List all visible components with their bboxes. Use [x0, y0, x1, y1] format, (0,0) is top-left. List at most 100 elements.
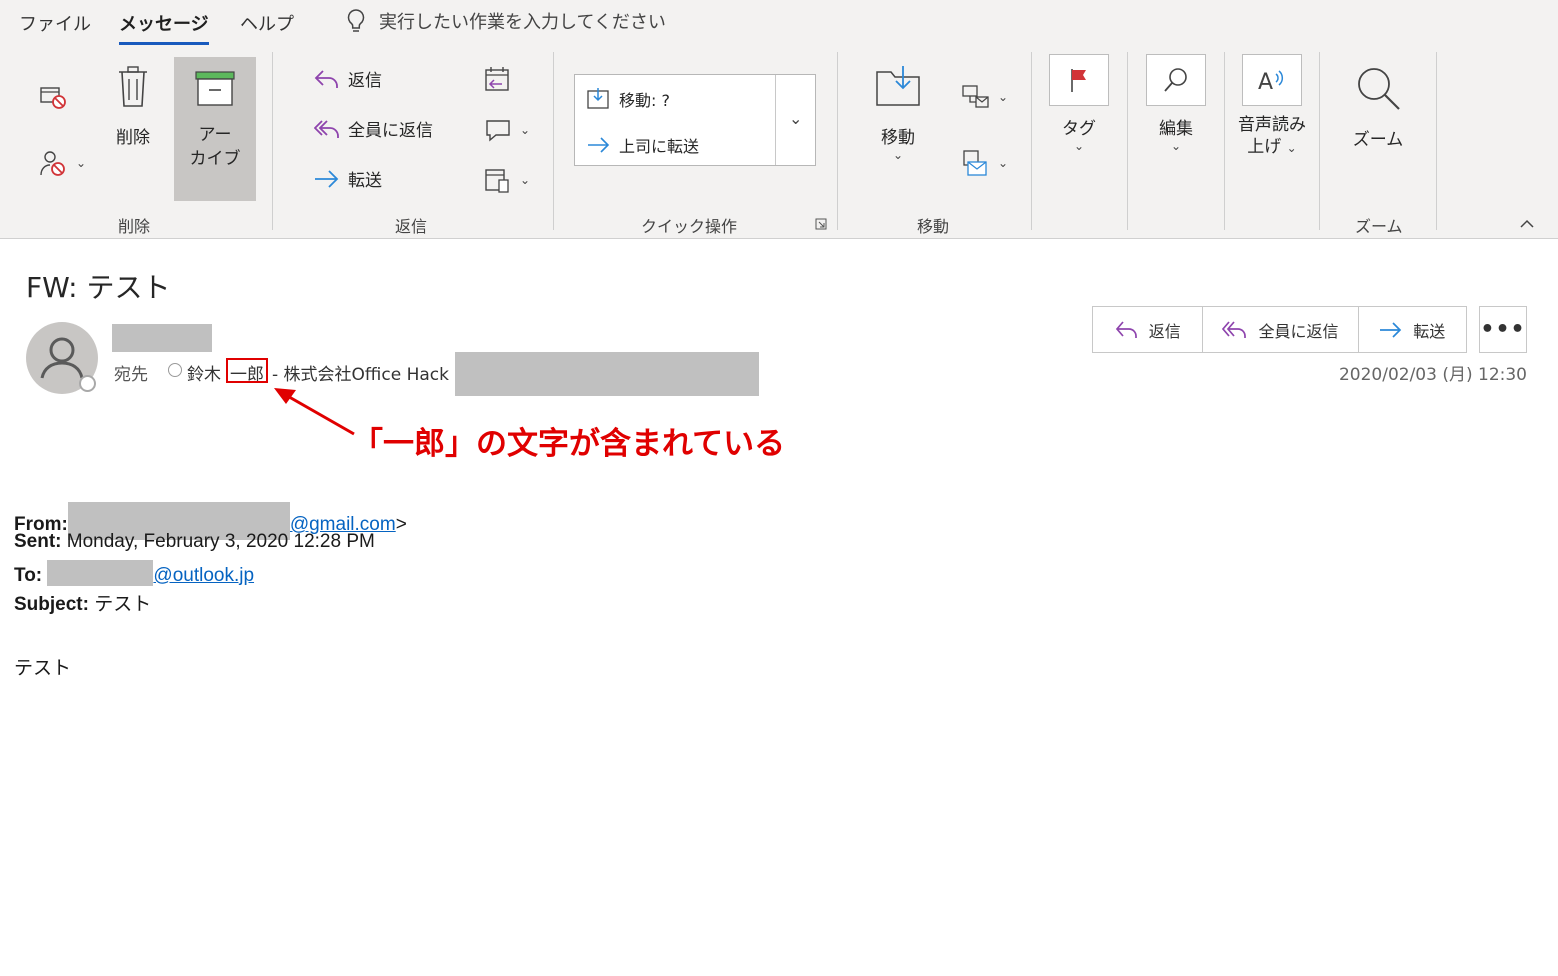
tab-message[interactable]: メッセージ: [119, 10, 209, 45]
meeting-reply-button[interactable]: [484, 66, 512, 94]
svg-text:A: A: [1258, 70, 1273, 94]
read-aloud-button[interactable]: A 音声読み 上げ ⌄: [1234, 54, 1310, 159]
collapse-ribbon-icon[interactable]: [1519, 218, 1535, 230]
group-label-respond: 返信: [395, 217, 428, 236]
forward-arrow-icon: [588, 137, 610, 153]
dialog-launcher-icon[interactable]: [815, 218, 827, 230]
editing-label: 編集: [1159, 119, 1193, 139]
reply-label: 返信: [348, 71, 382, 91]
group-separator: [1224, 52, 1225, 230]
chevron-down-icon: ⌄: [998, 90, 1009, 104]
forward-button[interactable]: 転送: [314, 166, 382, 191]
recipient-presence-icon: [168, 363, 182, 377]
body-subject-value: テスト: [94, 594, 152, 615]
gallery-expand-icon[interactable]: ⌄: [789, 109, 802, 128]
group-separator: [272, 52, 273, 230]
delete-label: 削除: [116, 128, 150, 148]
quick-step-move-to[interactable]: 移動: ?: [587, 87, 670, 111]
recipient-surname[interactable]: 鈴木: [187, 360, 221, 385]
ribbon: ファイル メッセージ ヘルプ 実行したい作業を入力してください ⌄ 削除 アー …: [0, 0, 1558, 239]
actions-button[interactable]: ⌄: [962, 150, 1008, 176]
body-to-label: To:: [14, 565, 43, 586]
quick-step-manager-label: 上司に転送: [619, 137, 700, 156]
quick-step-to-manager[interactable]: 上司に転送: [587, 133, 699, 157]
body-to-line: To: @outlook.jp: [14, 560, 254, 587]
forward-action-button[interactable]: 転送: [1359, 307, 1466, 352]
chevron-down-icon: ⌄: [1286, 141, 1297, 155]
chevron-down-icon: ⌄: [520, 123, 531, 137]
reply-all-label: 全員に返信: [348, 121, 433, 141]
forward-arrow-icon: [1380, 321, 1402, 338]
zoom-label: ズーム: [1352, 130, 1404, 150]
more-icon: •••: [1480, 317, 1526, 342]
archive-icon: [195, 71, 235, 106]
reply-all-icon: [314, 119, 339, 138]
onenote-actions-icon: [963, 150, 987, 176]
im-reply-button[interactable]: ⌄: [484, 116, 530, 144]
ignore-button[interactable]: [38, 84, 68, 116]
forward-arrow-icon: [315, 169, 339, 188]
quick-step-move-label: 移動: ?: [619, 91, 670, 110]
block-sender-button[interactable]: ⌄: [38, 148, 86, 178]
group-separator: [1127, 52, 1128, 230]
forward-label: 転送: [348, 171, 382, 191]
flag-icon: [1071, 69, 1086, 92]
reply-icon: [1115, 320, 1137, 338]
zoom-icon: [1358, 68, 1400, 110]
group-separator: [1436, 52, 1437, 230]
calendar-reply-icon: [485, 67, 509, 91]
rules-button[interactable]: ⌄: [962, 84, 1008, 110]
group-label-zoom: ズーム: [1355, 217, 1403, 236]
quick-steps-gallery: 移動: ? 上司に転送 ⌄: [574, 74, 816, 166]
annotation-text: 「一郎」の文字が含まれている: [352, 426, 786, 462]
delete-button[interactable]: 削除: [106, 64, 160, 148]
tab-file[interactable]: ファイル: [19, 10, 91, 36]
rules-icon: [962, 85, 989, 108]
group-separator: [553, 52, 554, 230]
reply-button[interactable]: 返信: [314, 66, 382, 91]
message-actions: 返信 全員に返信 転送: [1092, 306, 1467, 353]
sent-value: Monday, February 3, 2020 12:28 PM: [66, 531, 375, 552]
move-label: 移動: [881, 128, 915, 148]
recipient-email-redacted: [455, 352, 759, 396]
reply-all-action-label: 全員に返信: [1258, 321, 1339, 341]
group-separator: [1319, 52, 1320, 230]
sender-name-redacted: [112, 324, 212, 352]
read-aloud-label-line1: 音声読み: [1238, 115, 1306, 135]
calendar-device-icon: [485, 169, 509, 193]
zoom-button[interactable]: ズーム: [1348, 64, 1408, 150]
more-actions-button[interactable]: •••: [1479, 306, 1527, 353]
to-label: 宛先: [114, 365, 148, 385]
annotation-arrow: [274, 388, 355, 436]
more-respond-button[interactable]: ⌄: [484, 166, 530, 194]
to-email-link[interactable]: @outlook.jp: [153, 565, 254, 586]
archive-button[interactable]: アー カイブ: [174, 57, 256, 201]
tell-me-text: 実行したい作業を入力してください: [379, 12, 666, 33]
tell-me-search[interactable]: 実行したい作業を入力してください: [345, 8, 666, 34]
ignore-icon: [40, 87, 66, 109]
tags-button[interactable]: タグ ⌄: [1048, 54, 1110, 153]
reply-action-button[interactable]: 返信: [1093, 307, 1204, 352]
editing-button[interactable]: 編集 ⌄: [1145, 54, 1207, 153]
lightbulb-icon: [347, 9, 365, 32]
reply-action-label: 返信: [1148, 321, 1181, 341]
group-label-delete: 削除: [118, 217, 151, 236]
archive-label-line1: アー: [198, 125, 232, 145]
read-aloud-label-line2: 上げ: [1247, 137, 1282, 157]
chevron-down-icon: ⌄: [998, 156, 1009, 170]
move-button[interactable]: 移動 ⌄: [870, 64, 926, 162]
body-text: テスト: [14, 658, 72, 679]
block-sender-icon: [40, 151, 65, 176]
from-suffix: >: [395, 514, 407, 535]
presence-indicator: [79, 375, 96, 392]
group-separator: [837, 52, 838, 230]
reply-all-action-button[interactable]: 全員に返信: [1203, 307, 1359, 352]
reply-all-button[interactable]: 全員に返信: [314, 116, 433, 141]
reply-all-icon: [1222, 320, 1247, 338]
sent-label: Sent:: [14, 531, 62, 552]
tab-help[interactable]: ヘルプ: [240, 10, 294, 36]
forward-action-label: 転送: [1413, 321, 1446, 341]
group-label-move: 移動: [917, 217, 950, 236]
chat-icon: [486, 120, 510, 142]
chevron-down-icon: ⌄: [892, 148, 904, 162]
